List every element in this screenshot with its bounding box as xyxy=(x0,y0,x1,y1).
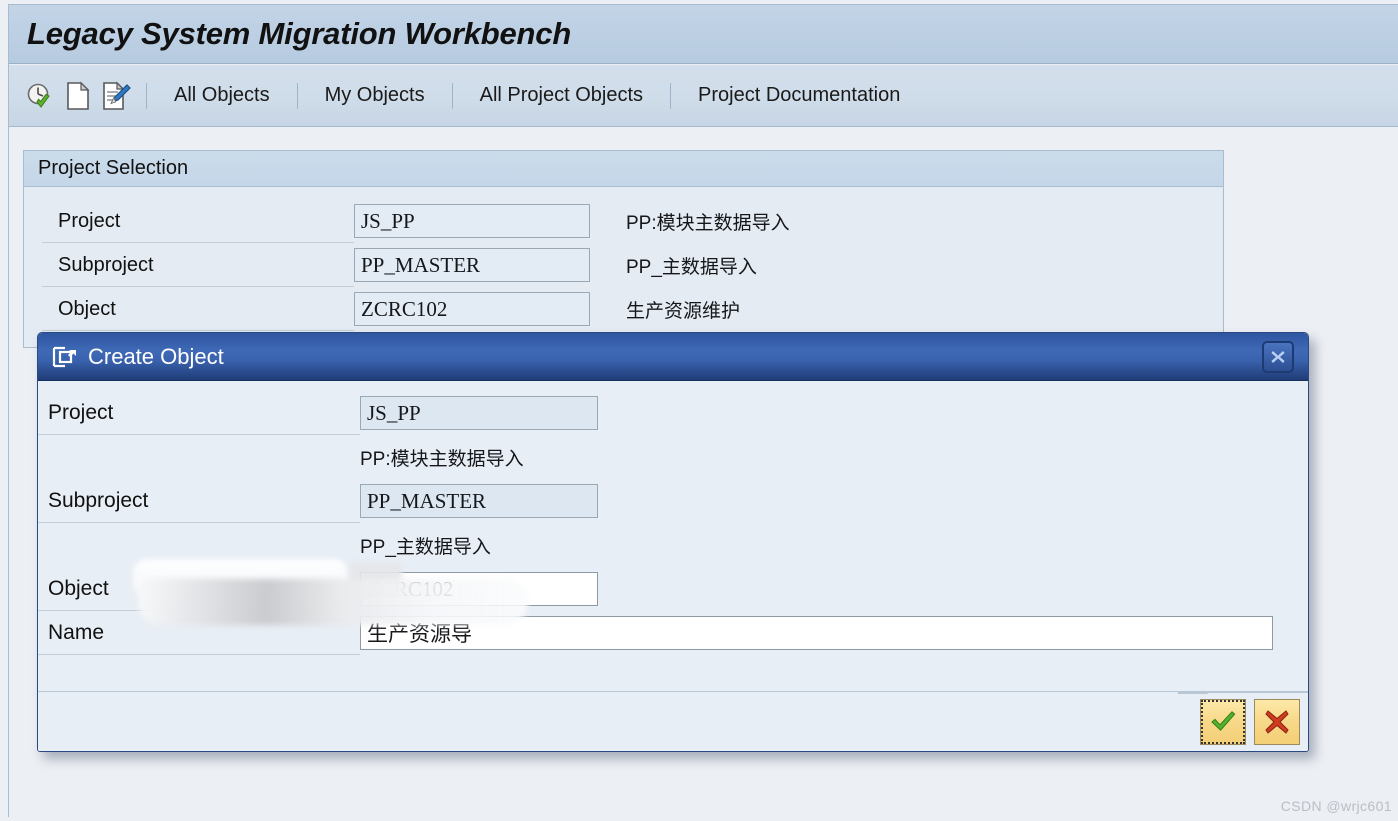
panel-input-subproject[interactable]: PP_MASTER xyxy=(354,248,590,282)
dialog-input-subproject[interactable]: PP_MASTER xyxy=(360,484,598,518)
cancel-button[interactable] xyxy=(1254,699,1300,745)
resize-notch xyxy=(1178,669,1308,693)
dialog-row-subproject: Subproject PP_MASTER xyxy=(38,479,1308,523)
panel-desc-project: PP:模块主数据导入 xyxy=(626,212,790,234)
cross-icon xyxy=(1265,710,1289,734)
panel-row-project: Project JS_PP PP:模块主数据导入 xyxy=(24,199,1223,243)
watermark: CSDN @wrjc601 xyxy=(1280,798,1392,814)
panel-label-object: Object xyxy=(24,287,354,331)
toolbar-divider xyxy=(670,82,672,109)
toolbar-item-all-objects[interactable]: All Objects xyxy=(156,84,288,107)
dialog-desc-subproject: PP_主数据导入 xyxy=(360,536,491,558)
dialog-label-object: Object xyxy=(38,567,360,611)
toolbar-item-my-objects[interactable]: My Objects xyxy=(307,84,443,107)
project-selection-body: Project JS_PP PP:模块主数据导入 Subproject PP_M… xyxy=(24,187,1223,347)
dialog-input-object[interactable]: ZCRC102 xyxy=(360,572,598,606)
dialog-row-object: Object ZCRC102 xyxy=(38,567,1308,611)
new-document-icon[interactable] xyxy=(61,79,95,113)
toolbar-divider xyxy=(296,82,298,109)
dialog-label-name: Name xyxy=(38,611,360,655)
toolbar-divider xyxy=(146,82,147,109)
execute-check-icon[interactable] xyxy=(23,79,57,113)
project-selection-title: Project Selection xyxy=(38,157,189,179)
close-icon[interactable] xyxy=(1262,341,1294,373)
project-selection-header: Project Selection xyxy=(24,151,1223,187)
confirm-button[interactable] xyxy=(1200,699,1246,745)
dialog-footer xyxy=(38,691,1308,751)
panel-row-object: Object ZCRC102 生产资源维护 xyxy=(24,287,1223,331)
screen: Legacy System Migration Workbench All Ob… xyxy=(0,0,1398,821)
dialog-label-subproject: Subproject xyxy=(38,479,360,523)
toolbar-item-project-documentation[interactable]: Project Documentation xyxy=(680,84,918,107)
dialog-input-name[interactable]: 生产资源导 xyxy=(360,616,1273,650)
toolbar-item-all-project-objects[interactable]: All Project Objects xyxy=(462,84,661,107)
window-title-bar: Legacy System Migration Workbench xyxy=(9,5,1398,64)
dialog-row-name: Name 生产资源导 xyxy=(38,611,1308,655)
dialog-label-project: Project xyxy=(38,391,360,435)
panel-label-subproject: Subproject xyxy=(24,243,354,287)
dialog-body: Project JS_PP PP:模块主数据导入 Subproject PP_M… xyxy=(38,381,1308,691)
panel-desc-object: 生产资源维护 xyxy=(626,300,741,322)
dialog-title: Create Object xyxy=(88,343,224,369)
dialog-input-project[interactable]: JS_PP xyxy=(360,396,598,430)
check-icon xyxy=(1211,711,1236,731)
toolbar-divider xyxy=(451,82,453,109)
panel-input-object[interactable]: ZCRC102 xyxy=(354,292,590,326)
edit-document-icon[interactable] xyxy=(99,79,133,113)
dialog-row-project-description: PP:模块主数据导入 xyxy=(38,435,1308,479)
dialog-row-subproject-description: PP_主数据导入 xyxy=(38,523,1308,567)
project-selection-panel: Project Selection Project JS_PP PP:模块主数据… xyxy=(23,150,1224,348)
page-title: Legacy System Migration Workbench xyxy=(27,16,572,51)
panel-row-subproject: Subproject PP_MASTER PP_主数据导入 xyxy=(24,243,1223,287)
panel-input-project[interactable]: JS_PP xyxy=(354,204,590,238)
create-object-icon xyxy=(52,346,78,368)
dialog-row-project: Project JS_PP xyxy=(38,391,1308,435)
panel-desc-subproject: PP_主数据导入 xyxy=(626,256,757,278)
dialog-title-bar[interactable]: Create Object xyxy=(38,333,1308,381)
panel-label-project: Project xyxy=(24,199,354,243)
main-toolbar: All Objects My Objects All Project Objec… xyxy=(9,65,1398,127)
application-window: Legacy System Migration Workbench All Ob… xyxy=(8,4,1398,817)
create-object-dialog: Create Object Project JS_PP PP:模块主数据导入 S… xyxy=(37,332,1309,752)
dialog-desc-project: PP:模块主数据导入 xyxy=(360,448,524,470)
